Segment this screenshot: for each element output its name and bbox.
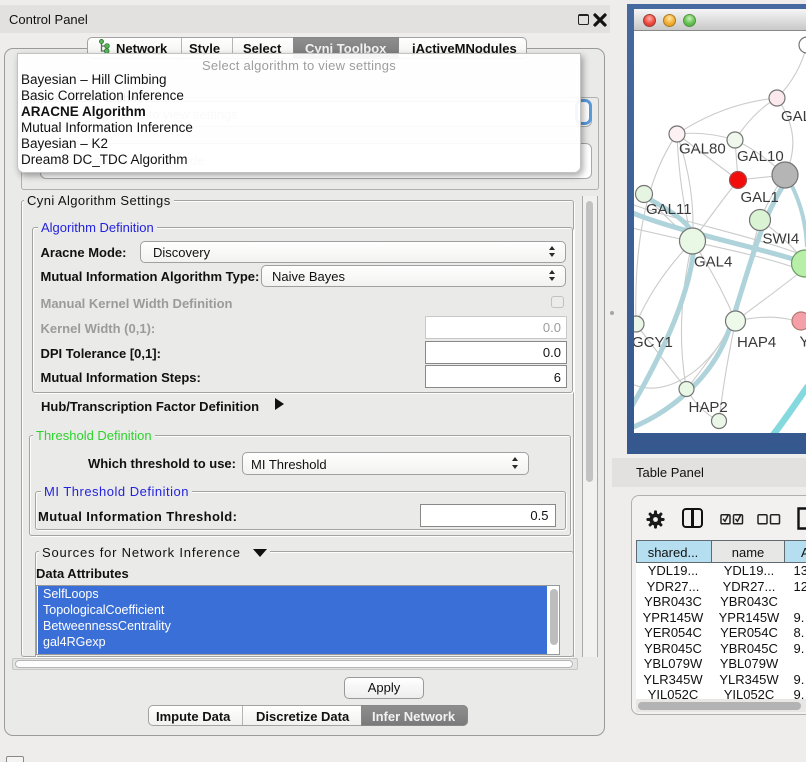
svg-text:HAP2: HAP2 (689, 399, 728, 416)
svg-text:GAL80: GAL80 (679, 141, 726, 158)
svg-text:GAL1: GAL1 (741, 189, 779, 206)
svg-text:GAL10: GAL10 (737, 148, 784, 165)
svg-text:GAL7: GAL7 (781, 108, 806, 125)
svg-text:GAL11: GAL11 (646, 201, 692, 218)
svg-text:YEL: YEL (800, 334, 806, 351)
svg-text:HAP4: HAP4 (737, 334, 776, 351)
svg-text:GCY1: GCY1 (634, 334, 673, 351)
svg-text:SWI4: SWI4 (763, 231, 800, 248)
svg-text:GAL4: GAL4 (694, 254, 732, 271)
